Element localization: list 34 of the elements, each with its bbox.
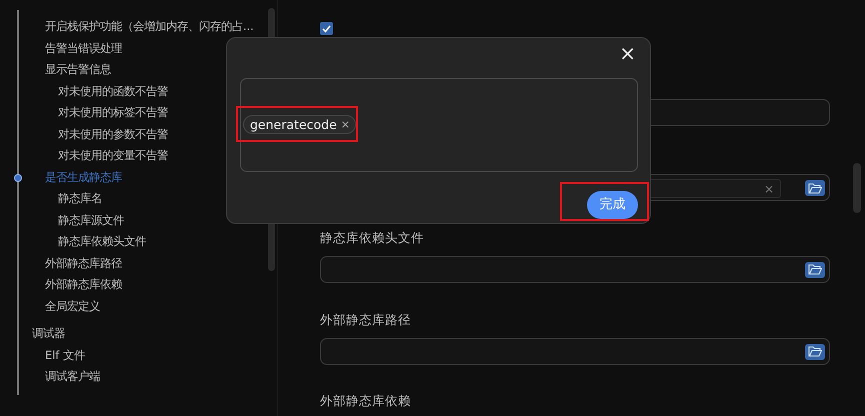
checkbox[interactable]: [320, 22, 333, 35]
sidebar-item[interactable]: 外部静态库依赖: [45, 274, 122, 296]
sidebar-item[interactable]: 静态库源文件: [58, 210, 124, 231]
tag-chip[interactable]: generatecode ×: [243, 115, 356, 134]
sidebar-item[interactable]: 是否生成静态库: [45, 166, 122, 188]
timeline-marker: [14, 174, 22, 182]
remove-button[interactable]: ×: [340, 116, 350, 133]
close-button[interactable]: ×: [619, 41, 636, 65]
sidebar-item[interactable]: 对未使用的函数不告警: [58, 80, 168, 102]
sidebar-item[interactable]: 调试客户端: [45, 366, 100, 388]
folder-button[interactable]: [805, 180, 825, 196]
folder-button[interactable]: [805, 262, 825, 278]
sidebar-item[interactable]: Elf 文件: [45, 344, 85, 366]
sidebar-item[interactable]: 对未使用的变量不告警: [58, 145, 168, 166]
folder-button[interactable]: [805, 344, 825, 360]
field-label: 外部静态库路径: [320, 310, 411, 329]
input-field[interactable]: [320, 256, 830, 283]
sidebar-item[interactable]: 全局宏定义: [45, 296, 100, 317]
sidebar-item[interactable]: 对未使用的标签不告警: [58, 102, 168, 124]
tag-label: generatecode: [250, 116, 337, 133]
input-field[interactable]: [320, 338, 830, 364]
section-title: 调试器: [32, 326, 65, 342]
field-label: 静态库依赖头文件: [320, 229, 424, 247]
sidebar-item[interactable]: 对未使用的参数不告警: [58, 124, 168, 145]
sidebar-item[interactable]: 开启栈保护功能（会增加内存、闪存的占...: [45, 16, 254, 38]
tag-input[interactable]: [240, 78, 638, 172]
clear-button[interactable]: ×: [764, 180, 774, 198]
field-label: 外部静态库依赖: [320, 392, 411, 410]
sidebar-item[interactable]: 告警当错误处理: [45, 38, 122, 59]
scrollbar[interactable]: [853, 163, 861, 213]
sidebar-item[interactable]: 静态库依赖头文件: [58, 231, 146, 252]
sidebar-item[interactable]: 静态库名: [58, 188, 102, 210]
sidebar-item[interactable]: 外部静态库路径: [45, 252, 122, 274]
sidebar-item[interactable]: 显示告警信息: [45, 59, 111, 80]
